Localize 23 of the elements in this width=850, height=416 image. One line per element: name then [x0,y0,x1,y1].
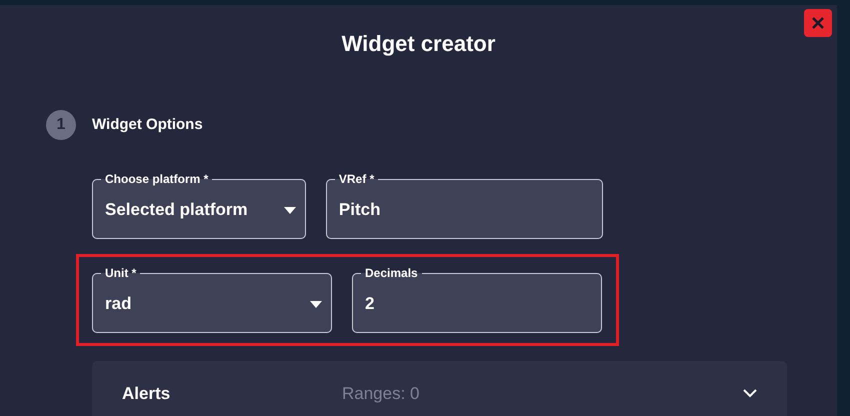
field-label: VRef * [338,173,376,185]
field-value: Pitch [338,198,380,221]
alerts-title: Alerts [122,383,172,405]
chevron-down-icon [743,389,757,398]
close-icon [811,16,825,30]
field-label: Decimals [364,267,419,279]
ranges-count: Ranges: 0 [342,383,420,405]
field-label: Choose platform * [104,173,210,185]
close-button[interactable] [804,9,832,37]
dialog-title: Widget creator [342,30,496,58]
field-value: rad [105,292,132,315]
text-field[interactable]: VRef * Pitch [326,173,603,239]
dropdown-field[interactable]: Unit * rad [92,267,332,333]
field-label: Unit * [104,267,138,279]
alerts-panel[interactable]: Alerts Ranges: 0 [92,361,787,416]
step-title: Widget Options [92,114,203,135]
dropdown-caret-icon [284,207,296,214]
text-field[interactable]: Decimals 2 [352,267,602,333]
field-value: Selected platform [105,198,248,221]
dropdown-caret-icon [310,301,322,308]
step-number: 1 [46,110,76,140]
field-value: 2 [365,292,374,315]
dropdown-field[interactable]: Choose platform * Selected platform [92,173,306,239]
